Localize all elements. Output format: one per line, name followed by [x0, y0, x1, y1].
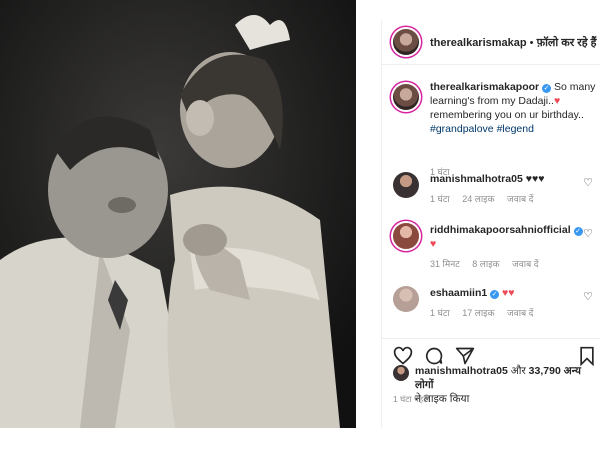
- verified-badge-icon: ✓: [542, 84, 552, 93]
- post-photo-image: [0, 0, 356, 428]
- comment-body: manishmalhotra05 ♥♥♥ 1 घंटा 24 लाइक जवाब…: [430, 172, 595, 206]
- comment-time: 31 मिनट: [430, 259, 460, 269]
- commenter-avatar[interactable]: [393, 223, 419, 249]
- like-heart-icon[interactable]: [393, 346, 413, 366]
- reply-button[interactable]: जवाब दें: [507, 308, 533, 318]
- post-sidebar: therealkarismakap • फ़ॉलो कर रहे हैं the…: [381, 20, 600, 428]
- verified-badge-icon: ✓: [573, 227, 583, 236]
- likes-and: और: [507, 365, 529, 377]
- comment-meta: 1 घंटा 17 लाइक जवाब दें: [430, 306, 595, 320]
- comment-likes[interactable]: 8 लाइक: [472, 259, 499, 269]
- comment-item: manishmalhotra05 ♥♥♥ 1 घंटा 24 लाइक जवाब…: [382, 172, 600, 206]
- following-button[interactable]: फ़ॉलो कर रहे हैं: [537, 37, 597, 49]
- comment-like-heart-icon[interactable]: ♡: [583, 227, 593, 240]
- comment-text: ♥♥♥: [525, 173, 545, 185]
- commenter-avatar[interactable]: [393, 286, 419, 312]
- comment-time: 1 घंटा: [430, 308, 450, 318]
- comment-like-heart-icon[interactable]: ♡: [583, 290, 593, 303]
- comment-likes[interactable]: 24 लाइक: [462, 194, 494, 204]
- reply-button[interactable]: जवाब दें: [507, 194, 533, 204]
- caption-text-2: remembering you on ur birthday..: [430, 109, 584, 121]
- verified-badge-icon: ✓: [490, 290, 500, 299]
- liker-username[interactable]: manishmalhotra05: [415, 365, 508, 377]
- likes-text[interactable]: manishmalhotra05 और 33,790 अन्य लोगों ने…: [415, 364, 600, 406]
- author-username[interactable]: therealkarismakap: [430, 37, 527, 49]
- comment-meta: 31 मिनट 8 लाइक जवाब दें: [430, 257, 595, 271]
- caption-avatar[interactable]: [393, 84, 419, 110]
- post-time: 1 घंटा पहले: [393, 394, 430, 404]
- header-separator: •: [526, 36, 537, 49]
- liker-avatar[interactable]: [393, 365, 409, 381]
- comment-likes[interactable]: 17 लाइक: [462, 308, 494, 318]
- commenter-avatar[interactable]: [393, 172, 419, 198]
- comment-bubble-icon[interactable]: [424, 346, 444, 366]
- comment-username[interactable]: riddhimakapoorsahniofficial: [430, 224, 571, 236]
- caption-username[interactable]: therealkarismakapoor: [430, 81, 539, 93]
- reply-button[interactable]: जवाब दें: [512, 259, 538, 269]
- comment-like-heart-icon[interactable]: ♡: [583, 176, 593, 189]
- caption-body: therealkarismakapoor ✓ So many learning'…: [430, 80, 600, 136]
- comment-username[interactable]: manishmalhotra05: [430, 173, 523, 185]
- comment-text: ♥♥: [502, 287, 515, 299]
- save-bookmark-icon[interactable]: [577, 346, 597, 366]
- caption-heart-icon: ♥: [553, 95, 561, 107]
- comment-text: ♥: [430, 238, 437, 250]
- comment-item: eshaamiin1 ✓ ♥♥ 1 घंटा 17 लाइक जवाब दें …: [382, 286, 600, 320]
- header-text: therealkarismakap • फ़ॉलो कर रहे हैं: [430, 35, 597, 50]
- bottom-strip: [0, 428, 600, 450]
- author-avatar[interactable]: [393, 29, 419, 55]
- share-plane-icon[interactable]: [455, 346, 475, 366]
- post-caption: therealkarismakapoor ✓ So many learning'…: [382, 80, 600, 136]
- comment-body: eshaamiin1 ✓ ♥♥ 1 घंटा 17 लाइक जवाब दें: [430, 286, 595, 320]
- comment-username[interactable]: eshaamiin1: [430, 287, 487, 299]
- comment-time: 1 घंटा: [430, 194, 450, 204]
- comment-body: riddhimakapoorsahniofficial ✓ ♥ 31 मिनट …: [430, 223, 595, 271]
- hashtag-link[interactable]: #legend: [497, 123, 534, 135]
- comment-item: riddhimakapoorsahniofficial ✓ ♥ 31 मिनट …: [382, 223, 600, 271]
- post-header: therealkarismakap • फ़ॉलो कर रहे हैं: [382, 20, 600, 65]
- hashtag-link[interactable]: #grandpalove: [430, 123, 494, 135]
- comment-meta: 1 घंटा 24 लाइक जवाब दें: [430, 192, 595, 206]
- post-photo[interactable]: [0, 0, 356, 428]
